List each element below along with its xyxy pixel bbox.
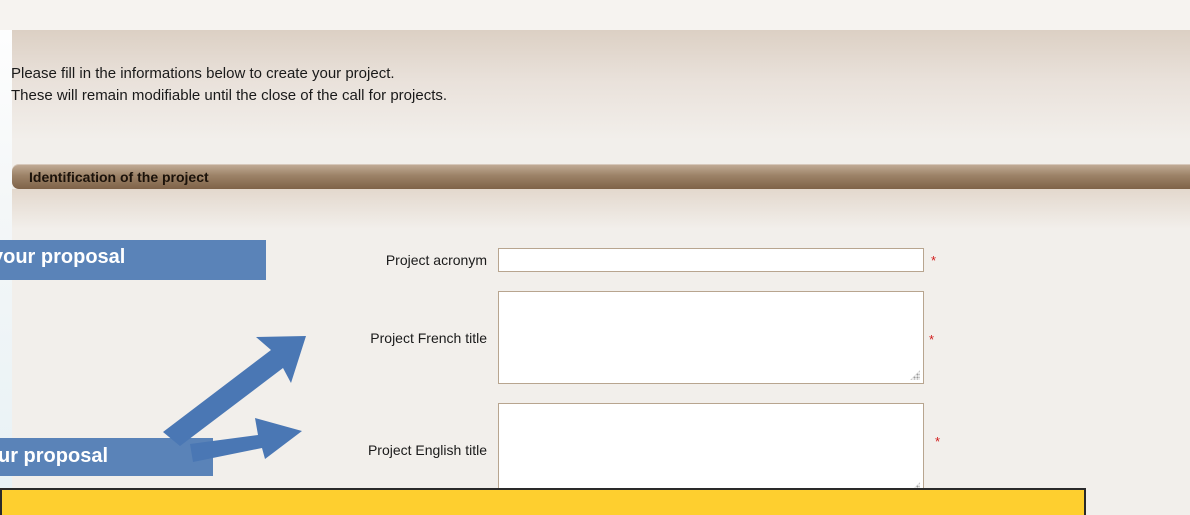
project-acronym-label: Project acronym xyxy=(385,252,487,268)
callout-text: ur proposal xyxy=(0,445,109,467)
yellow-note-box xyxy=(0,488,1086,515)
top-edge-strip xyxy=(0,0,1190,30)
project-english-title-textarea[interactable] xyxy=(498,403,924,496)
project-english-title-label: Project English title xyxy=(367,442,487,458)
callout-box-titles: ur proposal xyxy=(0,438,213,476)
project-acronym-input[interactable] xyxy=(498,248,924,272)
resize-grip-icon[interactable] xyxy=(910,370,920,380)
section-body-gradient xyxy=(12,189,1190,229)
required-marker-french-title: * xyxy=(929,332,935,347)
intro-text-line-2: These will remain modifiable until the c… xyxy=(11,87,448,104)
panel-header-gradient xyxy=(12,30,1190,140)
section-title: Identification of the project xyxy=(29,169,209,185)
section-header-identification: Identification of the project xyxy=(12,164,1190,189)
required-marker-english-title: * xyxy=(935,434,941,449)
callout-box-acronym: your proposal xyxy=(0,240,266,280)
required-marker-acronym: * xyxy=(931,253,937,268)
intro-text-line-1: Please fill in the informations below to… xyxy=(11,65,395,82)
project-french-title-textarea[interactable] xyxy=(498,291,924,384)
callout-text: your proposal xyxy=(0,246,126,268)
project-french-title-label: Project French title xyxy=(370,330,487,346)
